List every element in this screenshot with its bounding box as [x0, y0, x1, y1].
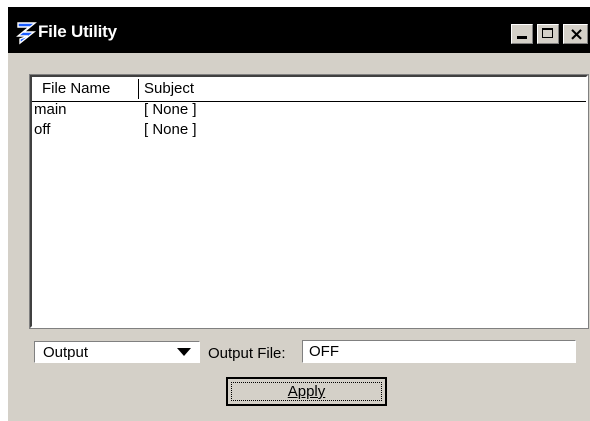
dialog-body: File Name Subject main [ None ] off [ No…	[8, 53, 590, 421]
output-file-field[interactable]: OFF	[302, 340, 576, 363]
subject-cell: [ None ]	[144, 121, 197, 138]
output-file-label: Output File:	[208, 345, 286, 362]
column-separator[interactable]	[138, 79, 139, 99]
list-header: File Name Subject	[32, 77, 586, 102]
title-bar[interactable]: File Utility ×	[8, 7, 590, 53]
apply-button-label: Apply	[287, 383, 326, 400]
chevron-down-icon[interactable]	[177, 348, 191, 356]
window-title: File Utility	[38, 22, 117, 41]
list-row[interactable]: off [ None ]	[32, 121, 586, 141]
minimize-button[interactable]	[511, 24, 533, 44]
file-name-cell: off	[34, 121, 51, 138]
column-header-file-name[interactable]: File Name	[42, 80, 110, 97]
file-utility-window: File Utility × File Name Subject main [ …	[6, 5, 590, 421]
subject-cell: [ None ]	[144, 101, 197, 118]
column-header-subject[interactable]: Subject	[144, 80, 194, 97]
apply-button[interactable]: Apply	[226, 377, 387, 406]
close-icon: ×	[569, 24, 585, 45]
close-button[interactable]: ×	[563, 24, 588, 45]
list-row[interactable]: main [ None ]	[32, 101, 586, 121]
file-list[interactable]: File Name Subject main [ None ] off [ No…	[29, 74, 589, 329]
mode-select-value: Output	[43, 344, 89, 361]
maximize-button[interactable]	[537, 24, 559, 44]
file-name-cell: main	[34, 101, 67, 118]
mode-select[interactable]: Output	[34, 341, 200, 363]
